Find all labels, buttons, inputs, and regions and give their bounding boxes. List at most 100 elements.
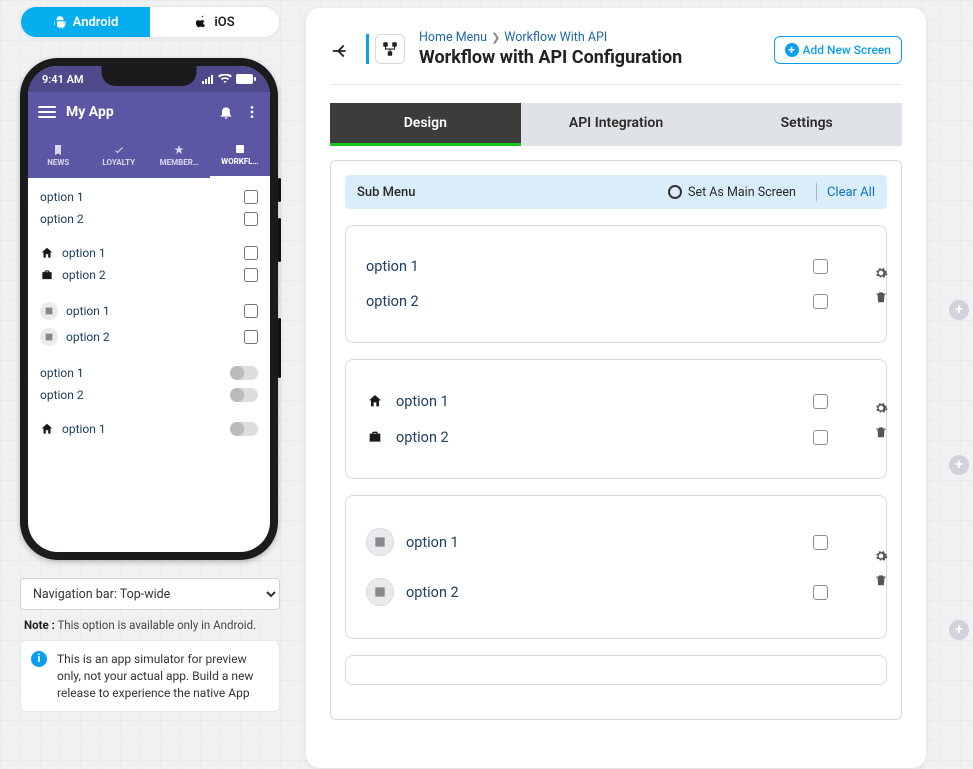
list-item[interactable]: option 2 bbox=[28, 324, 270, 350]
chevron-right-icon: ❯ bbox=[491, 31, 500, 44]
checkbox[interactable] bbox=[244, 190, 258, 204]
card-row: option 1 bbox=[366, 524, 828, 560]
add-card-button[interactable]: + bbox=[949, 620, 969, 640]
image-icon bbox=[40, 302, 58, 320]
platform-toggle: Android iOS bbox=[20, 6, 280, 38]
apple-icon bbox=[194, 14, 208, 30]
list-item[interactable]: option 1 bbox=[28, 298, 270, 324]
list-item[interactable]: option 1 bbox=[28, 186, 270, 208]
checkbox[interactable] bbox=[813, 585, 828, 600]
option-card[interactable]: option 1 option 2 bbox=[345, 495, 887, 639]
toggle[interactable] bbox=[230, 388, 258, 402]
card-row: option 1 bbox=[366, 254, 828, 279]
menu-icon[interactable] bbox=[38, 106, 56, 118]
card-row: option 2 bbox=[366, 424, 828, 450]
checkbox[interactable] bbox=[244, 246, 258, 260]
add-card-button[interactable]: + bbox=[949, 300, 969, 320]
platform-ios[interactable]: iOS bbox=[150, 7, 279, 37]
set-main-screen-radio[interactable] bbox=[668, 185, 682, 199]
platform-android[interactable]: Android bbox=[21, 7, 150, 37]
briefcase-icon bbox=[366, 428, 384, 446]
note-text: Note : This option is available only in … bbox=[20, 618, 280, 632]
card-row: option 2 bbox=[366, 574, 828, 610]
info-icon: i bbox=[31, 651, 47, 667]
workflow-icon bbox=[375, 34, 405, 64]
home-icon bbox=[40, 422, 54, 436]
checkbox[interactable] bbox=[813, 259, 828, 274]
phone-tab-news[interactable]: NEWS bbox=[28, 132, 89, 178]
tab-api-integration[interactable]: API Integration bbox=[521, 103, 712, 146]
submenu-label: Sub Menu bbox=[357, 185, 668, 200]
more-icon[interactable] bbox=[244, 104, 260, 120]
checkbox[interactable] bbox=[813, 294, 828, 309]
list-item[interactable]: option 2 bbox=[28, 264, 270, 286]
clear-all-link[interactable]: Clear All bbox=[827, 185, 875, 200]
list-item[interactable]: option 1 bbox=[28, 418, 270, 440]
phone-tab-member[interactable]: MEMBER… bbox=[149, 132, 210, 178]
toggle[interactable] bbox=[230, 366, 258, 380]
home-icon bbox=[40, 246, 54, 260]
breadcrumb-current: Workflow With API bbox=[504, 30, 607, 45]
checkbox[interactable] bbox=[244, 304, 258, 318]
home-icon bbox=[366, 392, 384, 410]
signal-icon bbox=[202, 74, 214, 84]
tab-design[interactable]: Design bbox=[330, 103, 521, 146]
phone-content: option 1 option 2 option 1 option 2 opti… bbox=[28, 178, 270, 552]
info-box: i This is an app simulator for preview o… bbox=[20, 640, 280, 712]
checkbox[interactable] bbox=[244, 268, 258, 282]
breadcrumb: Home Menu ❯ Workflow With API bbox=[419, 30, 760, 45]
tab-settings[interactable]: Settings bbox=[711, 103, 902, 146]
phone-tabs: NEWS LOYALTY MEMBER… WORKFL… bbox=[28, 132, 270, 178]
trash-icon[interactable] bbox=[874, 572, 888, 586]
phone-app-title: My App bbox=[66, 104, 208, 120]
wifi-icon bbox=[218, 74, 232, 84]
option-card[interactable] bbox=[345, 655, 887, 685]
image-icon bbox=[40, 328, 58, 346]
phone-tab-workflow[interactable]: WORKFL… bbox=[210, 132, 271, 178]
bell-icon[interactable] bbox=[218, 104, 234, 120]
image-icon bbox=[366, 578, 394, 606]
gear-icon[interactable] bbox=[874, 548, 888, 562]
checkbox[interactable] bbox=[813, 430, 828, 445]
briefcase-icon bbox=[40, 268, 54, 282]
card-row: option 1 bbox=[366, 388, 828, 414]
nav-bar-select[interactable]: Navigation bar: Top-wide bbox=[20, 578, 280, 610]
android-icon bbox=[53, 15, 67, 29]
submenu-bar: Sub Menu Set As Main Screen Clear All bbox=[345, 175, 887, 209]
add-new-screen-button[interactable]: + Add New Screen bbox=[774, 36, 903, 64]
design-area: Sub Menu Set As Main Screen Clear All op… bbox=[330, 160, 902, 720]
add-card-button[interactable]: + bbox=[949, 455, 969, 475]
workflow-icon-wrap bbox=[366, 34, 405, 64]
toggle[interactable] bbox=[230, 422, 258, 436]
phone-tab-loyalty[interactable]: LOYALTY bbox=[89, 132, 150, 178]
image-icon bbox=[366, 528, 394, 556]
checkbox[interactable] bbox=[244, 330, 258, 344]
phone-simulator: 9:41 AM My App NEWS LOYALTY MEMBER… WORK… bbox=[20, 58, 278, 560]
plus-icon: + bbox=[785, 43, 799, 57]
option-card[interactable]: option 1 option 2 bbox=[345, 225, 887, 343]
config-tabs: Design API Integration Settings bbox=[330, 103, 902, 146]
list-item[interactable]: option 1 bbox=[28, 362, 270, 384]
card-row: option 2 bbox=[366, 289, 828, 314]
back-button[interactable] bbox=[330, 40, 352, 62]
gear-icon[interactable] bbox=[874, 265, 888, 279]
phone-app-bar: My App bbox=[28, 92, 270, 132]
checkbox[interactable] bbox=[244, 212, 258, 226]
checkbox[interactable] bbox=[813, 394, 828, 409]
breadcrumb-home[interactable]: Home Menu bbox=[419, 30, 487, 45]
option-card[interactable]: option 1 option 2 bbox=[345, 359, 887, 479]
page-title: Workflow with API Configuration bbox=[419, 47, 760, 68]
trash-icon[interactable] bbox=[874, 424, 888, 438]
platform-android-label: Android bbox=[73, 15, 119, 30]
set-main-screen-label: Set As Main Screen bbox=[688, 185, 796, 200]
phone-time: 9:41 AM bbox=[42, 73, 84, 86]
list-item[interactable]: option 1 bbox=[28, 242, 270, 264]
config-panel: Home Menu ❯ Workflow With API Workflow w… bbox=[306, 8, 926, 768]
battery-icon bbox=[236, 74, 256, 84]
trash-icon[interactable] bbox=[874, 289, 888, 303]
list-item[interactable]: option 2 bbox=[28, 384, 270, 406]
platform-ios-label: iOS bbox=[214, 15, 234, 30]
gear-icon[interactable] bbox=[874, 400, 888, 414]
list-item[interactable]: option 2 bbox=[28, 208, 270, 230]
checkbox[interactable] bbox=[813, 535, 828, 550]
